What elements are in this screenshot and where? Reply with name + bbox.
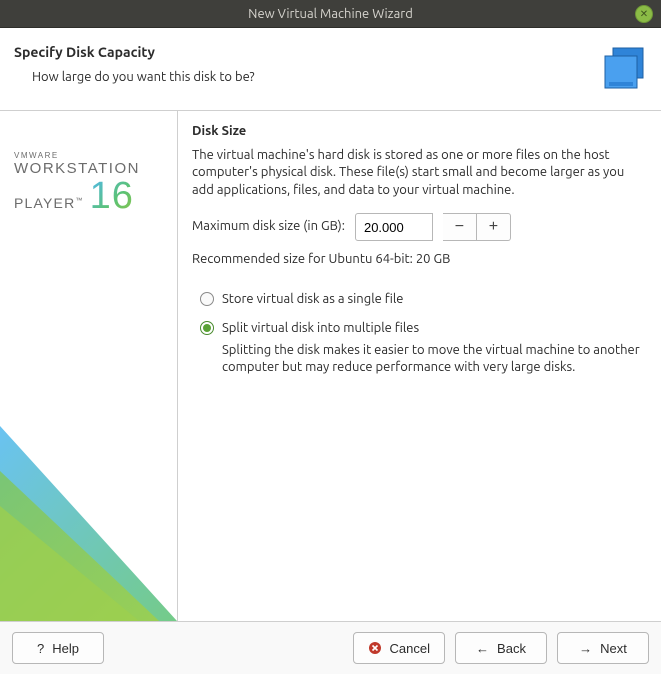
brand-version: 16	[90, 177, 134, 215]
decrement-button[interactable]: −	[443, 213, 477, 241]
cancel-label: Cancel	[390, 641, 430, 656]
arrow-right-icon: →	[579, 641, 592, 656]
wizard-footer: ? Help Cancel ← Back → Next	[0, 621, 661, 674]
radio-single-file[interactable]: Store virtual disk as a single file	[200, 291, 647, 309]
next-label: Next	[600, 641, 627, 656]
sidebar-brand: VMWARE WORKSTATION PLAYER™ 16	[0, 111, 178, 621]
vmware-logo: VMWARE WORKSTATION PLAYER™ 16	[14, 151, 140, 215]
disk-icon	[599, 44, 647, 92]
cancel-button[interactable]: Cancel	[353, 632, 445, 664]
section-title: Disk Size	[192, 123, 647, 141]
disk-size-row: Maximum disk size (in GB): − +	[192, 213, 647, 241]
help-button[interactable]: ? Help	[12, 632, 104, 664]
split-note: Splitting the disk makes it easier to mo…	[222, 342, 647, 377]
decorative-wave	[0, 341, 177, 621]
disk-options: Store virtual disk as a single file Spli…	[192, 291, 647, 377]
back-label: Back	[497, 641, 526, 656]
arrow-left-icon: ←	[476, 641, 489, 656]
radio-split-files[interactable]: Split virtual disk into multiple files	[200, 320, 647, 338]
next-button[interactable]: → Next	[557, 632, 649, 664]
wizard-content: Disk Size The virtual machine's hard dis…	[178, 111, 661, 621]
cancel-icon	[368, 641, 382, 655]
titlebar: New Virtual Machine Wizard ✕	[0, 0, 661, 28]
disk-size-label: Maximum disk size (in GB):	[192, 218, 345, 236]
radio-split-label: Split virtual disk into multiple files	[222, 320, 419, 338]
header-text: Specify Disk Capacity How large do you w…	[14, 44, 255, 84]
help-label: Help	[52, 641, 79, 656]
radio-icon	[200, 321, 214, 335]
wizard-window: New Virtual Machine Wizard ✕ Specify Dis…	[0, 0, 661, 674]
quantity-stepper: − +	[443, 213, 511, 241]
wizard-body: VMWARE WORKSTATION PLAYER™ 16	[0, 111, 661, 621]
brand-player: PLAYER™	[14, 195, 84, 211]
page-subtitle: How large do you want this disk to be?	[14, 70, 255, 84]
page-title: Specify Disk Capacity	[14, 44, 255, 60]
wizard-header: Specify Disk Capacity How large do you w…	[0, 28, 661, 111]
recommended-size: Recommended size for Ubuntu 64-bit: 20 G…	[192, 251, 647, 269]
close-icon[interactable]: ✕	[635, 5, 653, 23]
radio-single-label: Store virtual disk as a single file	[222, 291, 403, 309]
window-title: New Virtual Machine Wizard	[248, 7, 413, 21]
disk-description: The virtual machine's hard disk is store…	[192, 147, 647, 200]
disk-size-input[interactable]	[355, 213, 433, 241]
help-icon: ?	[37, 641, 44, 656]
radio-icon	[200, 292, 214, 306]
increment-button[interactable]: +	[477, 213, 511, 241]
back-button[interactable]: ← Back	[455, 632, 547, 664]
brand-vmware: VMWARE	[14, 151, 140, 160]
